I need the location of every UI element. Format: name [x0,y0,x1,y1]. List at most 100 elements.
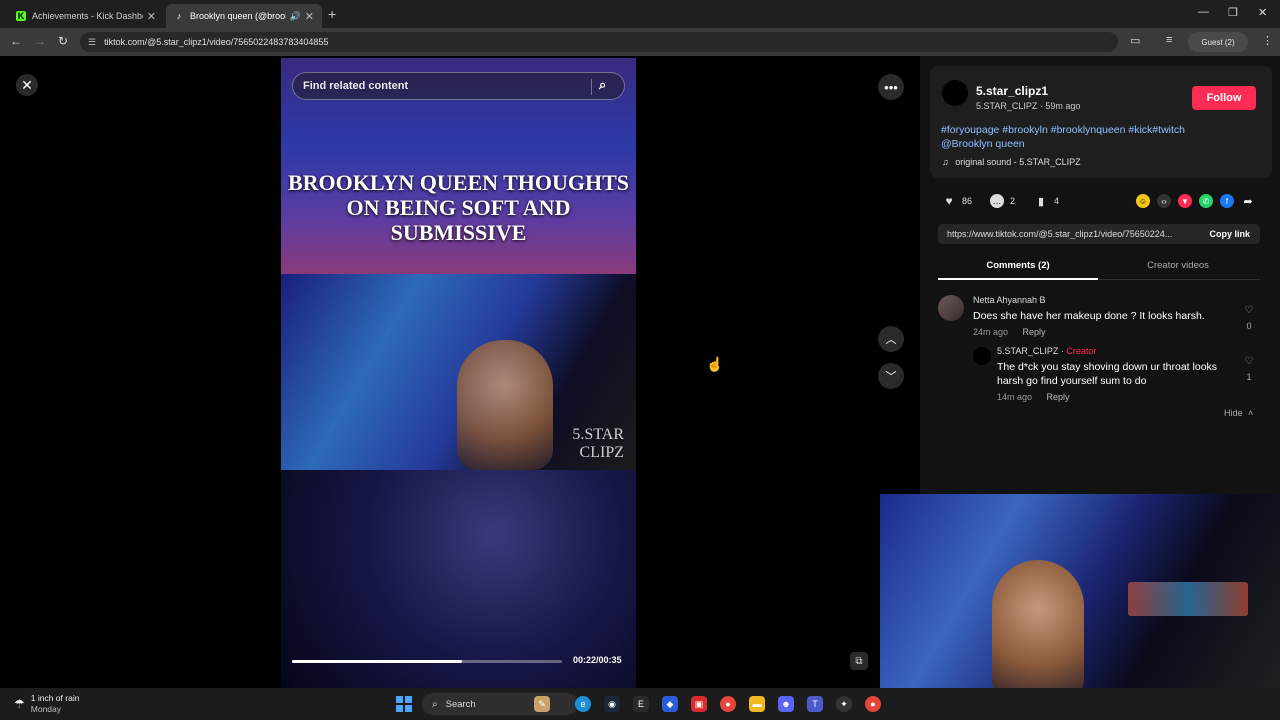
reload-icon[interactable]: ↻ [58,34,68,48]
more-options-icon[interactable]: ••• [878,74,904,100]
comment-count: 2 [1010,196,1016,206]
send-icon[interactable]: ▼ [1178,194,1192,208]
caption-hashtags[interactable]: #foryoupage #brookyln #brooklynqueen #ki… [941,123,1261,137]
post-info-card: 5.star_clipz1 5.STAR_CLIPZ · 59m ago Fol… [930,66,1272,178]
sound-link[interactable]: ♫ original sound - 5.STAR_CLIPZ [942,157,1081,167]
related-search-input[interactable]: Find related content ⌕ [292,72,625,100]
discord-icon[interactable]: ☻ [778,696,794,712]
reply-time: 14m ago [997,392,1033,402]
app-icon[interactable]: ▣ [691,696,707,712]
back-icon[interactable]: ← [10,34,22,48]
like-comment-icon[interactable]: ♡ [1242,305,1256,316]
teams-icon[interactable]: T [807,696,823,712]
facebook-icon[interactable]: f [1220,194,1234,208]
like-count: 86 [962,196,973,206]
copy-link-button[interactable]: Copy link [1209,229,1250,239]
post-caption[interactable]: #foryoupage #brookyln #brooklynqueen #ki… [941,123,1261,151]
share-icon[interactable]: ➦ [1241,194,1255,208]
reply-meta: 14m ago Reply [997,392,1070,402]
widget-icon[interactable]: ✎ [534,696,550,712]
video-player[interactable]: BROOKLYN QUEEN THOUGHTS ON BEING SOFT AN… [281,58,636,688]
reply-text-line: The d*ck you stay shoving down ur throat… [997,361,1218,373]
caption-mention[interactable]: @Brooklyn queen [941,137,1261,151]
video-headline: BROOKLYN QUEEN THOUGHTS ON BEING SOFT AN… [287,170,630,245]
copy-link-box: https://www.tiktok.com/@5.star_clipz1/vi… [938,224,1260,244]
reading-list-icon[interactable]: ≡ [1166,34,1172,46]
search-icon[interactable]: ⌕ [599,77,606,93]
comment-button[interactable]: … 2 [990,194,1015,208]
restore-icon[interactable]: ❐ [1228,6,1238,19]
comment-author[interactable]: Netta Ahyannah B [973,295,1046,305]
reply-button[interactable]: Reply [1047,392,1070,402]
taskbar-search[interactable]: ⌕ Search [422,693,578,715]
minimize-icon[interactable]: — [1198,6,1209,18]
previous-video-icon[interactable]: ︿ [878,326,904,352]
like-button[interactable]: ♥ 86 [942,194,972,208]
epic-games-icon[interactable]: E [633,696,649,712]
close-window-icon[interactable]: ✕ [1258,6,1267,19]
save-count: 4 [1054,196,1060,206]
speaker-icon[interactable]: 🔊 [290,11,301,22]
reply-author[interactable]: 5.STAR_CLIPZ [997,346,1058,356]
file-explorer-icon[interactable]: ▬ [749,696,765,712]
related-search-placeholder: Find related content [303,80,409,92]
picture-in-picture-icon[interactable]: ⧉ [850,652,868,670]
profile-button[interactable]: Guest (2) [1188,32,1248,52]
sound-name: original sound - 5.STAR_CLIPZ [955,157,1081,167]
windows-start-icon[interactable] [396,696,412,712]
friends-share-icon[interactable]: ☺ [1136,194,1150,208]
browser-tab-bar: K Achievements - Kick Dashboard ✕ ♪ Broo… [0,0,1280,28]
taskbar-search-label: Search [445,698,476,710]
tab-kick-dashboard[interactable]: K Achievements - Kick Dashboard ✕ [8,4,164,28]
menu-icon[interactable]: ⋮ [1262,34,1273,47]
save-button[interactable]: ▮ 4 [1034,194,1059,208]
follow-label: Follow [1206,92,1242,104]
close-tab-icon[interactable]: ✕ [305,10,314,23]
close-icon[interactable]: ✕ [16,74,38,96]
avatar[interactable] [973,347,991,365]
app-icon[interactable]: ✦ [836,696,852,712]
tab-comments[interactable]: Comments (2) [938,260,1098,271]
new-tab-button[interactable]: + [328,6,336,22]
chrome-icon[interactable]: ● [865,696,881,712]
url-field[interactable]: ☰ tiktok.com/@5.star_clipz1/video/756502… [80,32,1118,52]
chrome-icon[interactable]: ● [720,696,736,712]
comment-item: Netta Ahyannah B Does she have her makeu… [938,295,1256,345]
weather-widget[interactable]: ☂ 1 inch of rain Monday [14,693,79,715]
video-progress-bar[interactable] [292,660,562,663]
active-tab-indicator [938,278,1098,280]
next-video-icon[interactable]: ﹀ [878,363,904,389]
kick-icon: K [16,11,26,21]
steam-icon[interactable]: ◉ [604,696,620,712]
mouse-cursor-icon: ☝ [706,356,724,372]
forward-icon[interactable]: → [34,34,46,48]
hide-replies-button[interactable]: Hide ˄ [1224,408,1253,418]
avatar[interactable] [942,80,968,106]
post-meta: 5.STAR_CLIPZ · 59m ago [976,101,1081,111]
username[interactable]: 5.star_clipz1 [976,84,1048,98]
site-info-icon[interactable]: ☰ [88,37,96,48]
embed-icon[interactable]: ‹› [1157,194,1171,208]
like-comment-icon[interactable]: ♡ [1242,356,1256,367]
tab-creator-videos[interactable]: Creator videos [1098,260,1258,271]
windows-taskbar: ☂ 1 inch of rain Monday ⌕ Search ✎ e ◉ E… [0,688,1280,720]
whatsapp-icon[interactable]: ✆ [1199,194,1213,208]
cast-icon[interactable]: ▭ [1130,34,1140,47]
avatar[interactable] [938,295,964,321]
reply-button[interactable]: Reply [1023,327,1046,337]
weather-text: 1 inch of rain [30,693,80,703]
follow-button[interactable]: Follow [1192,86,1256,110]
app-icon[interactable]: ◆ [662,696,678,712]
edge-icon[interactable]: e [575,696,591,712]
weather-day: Monday [30,704,62,714]
tab-tiktok-video[interactable]: ♪ Brooklyn queen (@brookly 🔊 ✕ [166,4,322,28]
comment-time: 24m ago [973,327,1009,337]
hide-label: Hide [1224,408,1243,418]
close-tab-icon[interactable]: ✕ [147,10,156,23]
heart-icon: ♥ [945,194,953,208]
video-link: https://www.tiktok.com/@5.star_clipz1/vi… [947,229,1173,239]
creator-badge: Creator [1066,346,1097,356]
tiktok-icon: ♪ [176,11,182,21]
reply-text: The d*ck you stay shoving down ur throat… [997,360,1217,388]
monitor-glow [1128,582,1248,616]
